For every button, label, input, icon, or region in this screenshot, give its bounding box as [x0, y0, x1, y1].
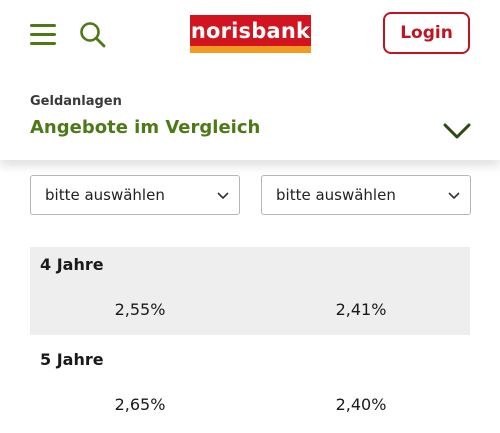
term-label: 5 Jahre [40, 350, 104, 369]
term-label: 4 Jahre [40, 255, 104, 274]
search-icon[interactable] [78, 20, 108, 50]
breadcrumb[interactable]: Geldanlagen [30, 94, 122, 109]
table-row: 5 Jahre 2,65% 2,40% [30, 342, 470, 430]
offer-select-2-value: bitte auswählen [276, 186, 396, 204]
top-header: norisbank Login Geldanlagen Angebote im … [0, 0, 500, 160]
menu-icon[interactable] [30, 24, 58, 48]
offer-select-2[interactable]: bitte auswählen [261, 175, 471, 215]
chevron-down-icon[interactable] [443, 122, 471, 140]
page-title: Angebote im Vergleich [30, 117, 261, 138]
table-row: 4 Jahre 2,55% 2,41% [30, 247, 470, 335]
rate-value: 2,65% [114, 395, 166, 414]
rate-value: 2,55% [114, 300, 166, 319]
chevron-down-icon [217, 192, 229, 200]
rate-value: 2,41% [335, 300, 387, 319]
logo-text: norisbank [190, 18, 311, 43]
chevron-down-icon [448, 192, 460, 200]
offer-select-1-value: bitte auswählen [45, 186, 165, 204]
offer-select-1[interactable]: bitte auswählen [30, 175, 240, 215]
login-button[interactable]: Login [383, 12, 470, 54]
brand-logo[interactable]: norisbank [190, 15, 311, 53]
rate-value: 2,40% [335, 395, 387, 414]
